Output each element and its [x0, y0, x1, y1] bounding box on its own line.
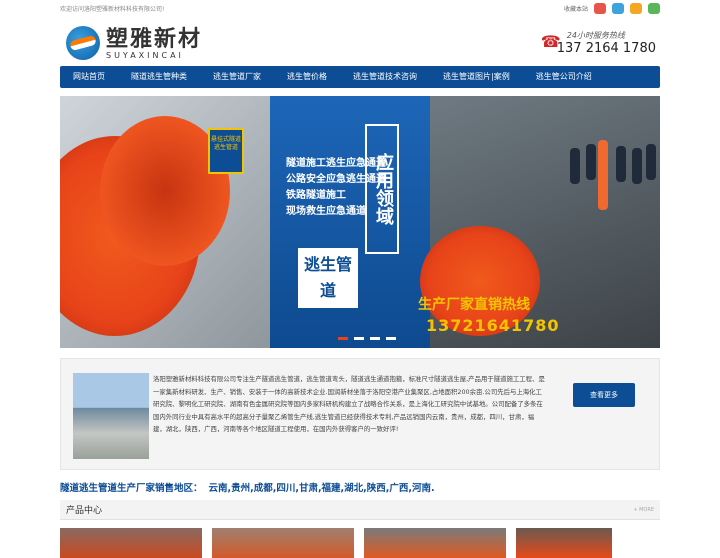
logo[interactable]: 塑雅新材 SUYAXINCAI [66, 26, 202, 60]
nav-about[interactable]: 逃生管公司介绍 [523, 66, 605, 88]
nav-cases[interactable]: 逃生管道图片|案例 [430, 66, 523, 88]
logo-mark-icon [66, 26, 100, 60]
product-thumbnails [60, 528, 660, 558]
region-cities: 云南,贵州,成都,四川,甘肃,福建,湖北,陕西,广西,河南. [208, 483, 435, 494]
top-links: 收藏本站 [564, 2, 660, 14]
welcome-text: 欢迎访问洛阳塑雅新材料科技有限公司! [60, 5, 165, 13]
phone-icon: ☎ [540, 32, 561, 51]
nav-price[interactable]: 逃生管价格 [274, 66, 340, 88]
product-center-title: 产品中心 [66, 506, 103, 516]
product-thumb[interactable] [364, 528, 506, 558]
wechat-icon[interactable] [648, 2, 660, 14]
hotline-label: 24小时服务热线 [566, 31, 625, 40]
banner-dot[interactable] [386, 337, 396, 340]
hero-banner[interactable]: 悬挂式隧道逃生管道 隧道施工逃生应急通道 公路安全应急逃生通道 铁路隧道施工 现… [60, 96, 660, 348]
nav-tech-consult[interactable]: 逃生管道技术咨询 [340, 66, 430, 88]
sales-region: 隧道逃生管道生产厂家销售地区： 云南,贵州,成都,四川,甘肃,福建,湖北,陕西,广… [60, 480, 660, 494]
hotline-number: 137 2164 1780 [556, 41, 656, 56]
banner-application-box: 应用领域 [365, 124, 399, 254]
qzone-icon[interactable] [630, 2, 642, 14]
main-nav: 网站首页 隧道逃生管种类 逃生管道厂家 逃生管价格 逃生管道技术咨询 逃生管道图… [60, 66, 660, 88]
banner-hotline-number: 13721641780 [426, 316, 560, 335]
logo-name: 塑雅新材 [106, 25, 203, 52]
page: 欢迎访问洛阳塑雅新材料科技有限公司! 收藏本站 塑雅新材 SUYAXINCAI … [60, 0, 660, 558]
banner-dot[interactable] [354, 337, 364, 340]
logo-english: SUYAXINCAI [106, 50, 184, 60]
top-bar: 欢迎访问洛阳塑雅新材料科技有限公司! 收藏本站 [60, 0, 660, 16]
bookmark-link[interactable]: 收藏本站 [564, 4, 588, 13]
about-text: 洛阳塑雅新材料科技有限公司专注生产隧道逃生管道，逃生管道弯头，隧道逃生通道抱箍，… [153, 375, 545, 433]
nav-tunnel-pipe-types[interactable]: 隧道逃生管种类 [118, 66, 200, 88]
product-thumb[interactable] [212, 528, 354, 558]
region-label: 隧道逃生管道生产厂家销售地区： [60, 483, 203, 494]
banner-dot[interactable] [338, 337, 348, 340]
product-thumb[interactable] [516, 528, 612, 558]
banner-hotline-title: 生产厂家直销热线 [418, 297, 530, 313]
product-center-header: 产品中心 + MORE [60, 500, 660, 520]
banner-pagination [338, 337, 396, 340]
factory-image [73, 373, 149, 459]
nav-manufacturer[interactable]: 逃生管道厂家 [200, 66, 274, 88]
hotline: ☎ 24小时服务热线 137 2164 1780 [541, 30, 656, 56]
weibo-icon[interactable] [594, 2, 606, 14]
about-section: 洛阳塑雅新材料科技有限公司专注生产隧道逃生管道，逃生管道弯头，隧道逃生通道抱箍，… [60, 358, 660, 470]
header: 塑雅新材 SUYAXINCAI ☎ 24小时服务热线 137 2164 1780 [60, 16, 660, 66]
view-more-button[interactable]: 查看更多 [573, 383, 635, 407]
product-more-link[interactable]: + MORE [633, 507, 654, 513]
banner-dot[interactable] [370, 337, 380, 340]
nav-home[interactable]: 网站首页 [60, 66, 118, 88]
banner-escape-label: 逃生管道 [298, 248, 358, 308]
banner-text-panel [270, 96, 430, 348]
qq-icon[interactable] [612, 2, 624, 14]
product-thumb[interactable] [60, 528, 202, 558]
banner-tag: 悬挂式隧道逃生管道 [208, 128, 244, 174]
